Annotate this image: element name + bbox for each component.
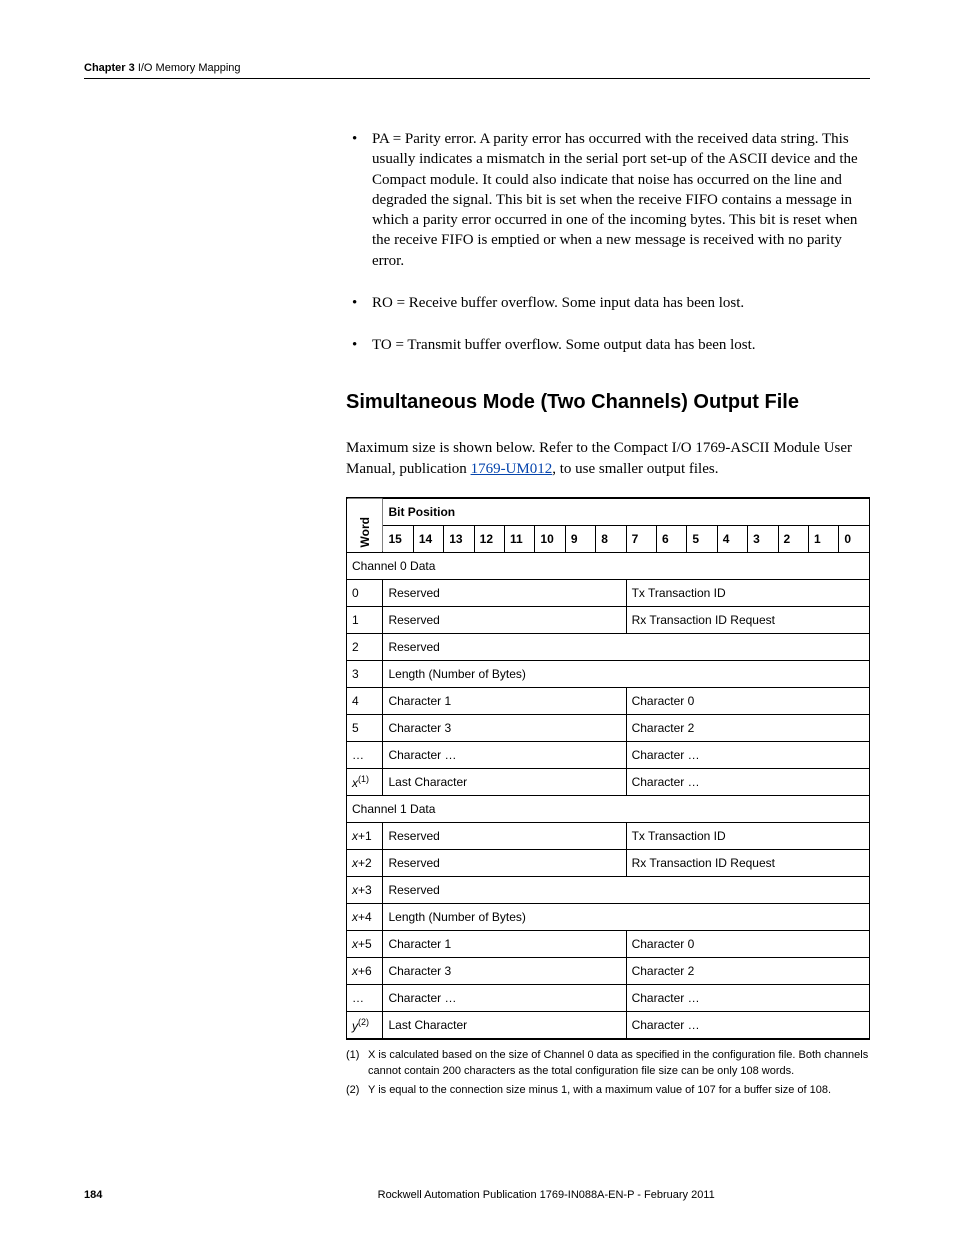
w5-lo: Character 2 xyxy=(626,714,869,741)
w3-all: Length (Number of Bytes) xyxy=(383,660,870,687)
wd-hi: Character … xyxy=(383,741,626,768)
word-2: 2 xyxy=(347,633,383,660)
bit-8: 8 xyxy=(596,525,626,552)
x2-hi: Reserved xyxy=(383,849,626,876)
word-y: y(2) xyxy=(347,1011,383,1039)
bit-1: 1 xyxy=(808,525,838,552)
bit-15: 15 xyxy=(383,525,413,552)
footnote-1-num: (1) xyxy=(346,1048,368,1079)
manual-link[interactable]: 1769-UM012 xyxy=(471,461,553,477)
wx-hi: Last Character xyxy=(383,768,626,795)
x3-all: Reserved xyxy=(383,876,870,903)
w4-hi: Character 1 xyxy=(383,687,626,714)
x5-hi: Character 1 xyxy=(383,930,626,957)
x6-hi: Character 3 xyxy=(383,957,626,984)
bit-14: 14 xyxy=(413,525,443,552)
word-x1: x+1 xyxy=(347,822,383,849)
word-dots: … xyxy=(347,741,383,768)
bit-position-header: Bit Position xyxy=(383,498,870,526)
wy-hi: Last Character xyxy=(383,1011,626,1039)
bullet-pa: PA = Parity error. A parity error has oc… xyxy=(346,129,870,271)
footnote-2-text: Y is equal to the connection size minus … xyxy=(368,1083,831,1098)
word-dots2: … xyxy=(347,984,383,1011)
page-number: 184 xyxy=(84,1189,102,1201)
bit-4: 4 xyxy=(717,525,747,552)
page-footer: 184 Rockwell Automation Publication 1769… xyxy=(84,1189,870,1201)
bit-6: 6 xyxy=(656,525,686,552)
wx-lo: Character … xyxy=(626,768,869,795)
bullet-ro: RO = Receive buffer overflow. Some input… xyxy=(346,293,870,313)
w5-hi: Character 3 xyxy=(383,714,626,741)
word-4: 4 xyxy=(347,687,383,714)
bit-10: 10 xyxy=(535,525,565,552)
bit-5: 5 xyxy=(687,525,717,552)
w2-all: Reserved xyxy=(383,633,870,660)
wd2-lo: Character … xyxy=(626,984,869,1011)
w1-lo: Rx Transaction ID Request xyxy=(626,606,869,633)
wd2-hi: Character … xyxy=(383,984,626,1011)
x2-lo: Rx Transaction ID Request xyxy=(626,849,869,876)
word-x4: x+4 xyxy=(347,903,383,930)
section-heading: Simultaneous Mode (Two Channels) Output … xyxy=(346,389,870,416)
bit-9: 9 xyxy=(565,525,595,552)
word-x: x(1) xyxy=(347,768,383,795)
x1-hi: Reserved xyxy=(383,822,626,849)
word-x3: x+3 xyxy=(347,876,383,903)
x1-lo: Tx Transaction ID xyxy=(626,822,869,849)
output-file-table: Word Bit Position 15 14 13 12 11 10 9 8 … xyxy=(346,497,870,1040)
bit-2: 2 xyxy=(778,525,808,552)
bit-3: 3 xyxy=(748,525,778,552)
w1-hi: Reserved xyxy=(383,606,626,633)
bullet-list: PA = Parity error. A parity error has oc… xyxy=(346,129,870,355)
intro-paragraph: Maximum size is shown below. Refer to th… xyxy=(346,438,870,479)
w0-lo: Tx Transaction ID xyxy=(626,579,869,606)
channel0-label: Channel 0 Data xyxy=(347,552,870,579)
footnote-2-num: (2) xyxy=(346,1083,368,1098)
word-x6: x+6 xyxy=(347,957,383,984)
publication-text: Rockwell Automation Publication 1769-IN0… xyxy=(222,1189,870,1201)
footnotes: (1) X is calculated based on the size of… xyxy=(346,1048,870,1098)
bullet-to: TO = Transmit buffer overflow. Some outp… xyxy=(346,335,870,355)
chapter-title: I/O Memory Mapping xyxy=(138,62,241,74)
footnote-1-text: X is calculated based on the size of Cha… xyxy=(368,1048,870,1079)
bit-11: 11 xyxy=(505,525,535,552)
bit-7: 7 xyxy=(626,525,656,552)
x4-all: Length (Number of Bytes) xyxy=(383,903,870,930)
word-header: Word xyxy=(347,498,383,553)
word-1: 1 xyxy=(347,606,383,633)
word-x2: x+2 xyxy=(347,849,383,876)
word-5: 5 xyxy=(347,714,383,741)
chapter-label: Chapter 3 xyxy=(84,62,135,74)
x5-lo: Character 0 xyxy=(626,930,869,957)
bit-0: 0 xyxy=(839,525,870,552)
x6-lo: Character 2 xyxy=(626,957,869,984)
running-head: Chapter 3 I/O Memory Mapping xyxy=(84,62,870,79)
w0-hi: Reserved xyxy=(383,579,626,606)
word-0: 0 xyxy=(347,579,383,606)
w4-lo: Character 0 xyxy=(626,687,869,714)
wd-lo: Character … xyxy=(626,741,869,768)
bit-12: 12 xyxy=(474,525,504,552)
bit-13: 13 xyxy=(444,525,474,552)
intro-text-b: , to use smaller output files. xyxy=(552,461,718,477)
channel1-label: Channel 1 Data xyxy=(347,795,870,822)
wy-lo: Character … xyxy=(626,1011,869,1039)
word-x5: x+5 xyxy=(347,930,383,957)
word-3: 3 xyxy=(347,660,383,687)
